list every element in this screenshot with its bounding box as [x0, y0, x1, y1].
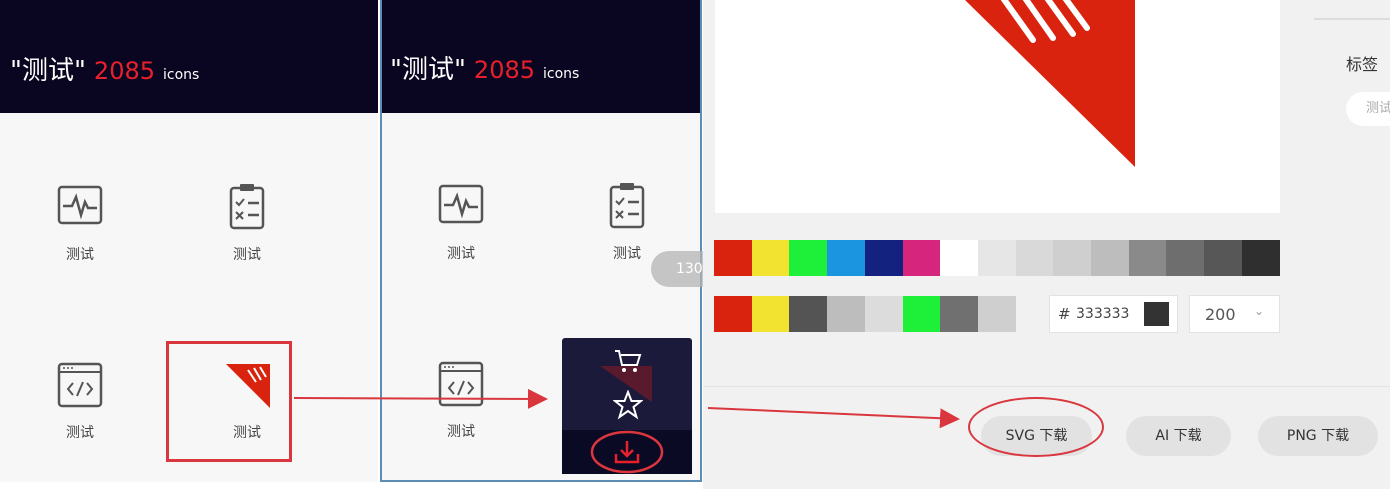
checklist-clipboard-icon: [609, 183, 645, 229]
color-swatch[interactable]: [751, 296, 790, 332]
red-triangle-test-icon: [965, 0, 1135, 167]
size-value: 200: [1205, 305, 1236, 324]
chevron-down-icon: ⌄: [1254, 304, 1265, 318]
icon-label: 测试: [66, 425, 94, 441]
hex-value: 333333: [1076, 306, 1130, 322]
results-summary: "测试" 2085 icons: [10, 50, 199, 87]
color-swatch[interactable]: [1053, 240, 1092, 276]
results-count: 2085: [473, 56, 535, 84]
color-swatch[interactable]: [977, 296, 1016, 332]
results-unit: icons: [543, 66, 580, 82]
results-query: "测试": [390, 55, 466, 85]
icon-card[interactable]: 测试: [401, 181, 521, 263]
divider: [1314, 18, 1390, 20]
results-count: 2085: [93, 57, 155, 85]
icon-label: 测试: [233, 247, 261, 263]
color-swatch[interactable]: [1241, 240, 1280, 276]
hex-hash: #: [1058, 305, 1071, 323]
color-swatch[interactable]: [714, 296, 752, 332]
ai-download-button[interactable]: AI 下载: [1126, 416, 1231, 456]
color-swatch[interactable]: [1204, 240, 1243, 276]
hover-menu-bottom: [562, 430, 692, 474]
color-swatch[interactable]: [751, 240, 790, 276]
color-swatch[interactable]: [789, 240, 828, 276]
color-swatch[interactable]: [940, 240, 979, 276]
icon-card[interactable]: 测试: [401, 359, 521, 441]
color-swatch[interactable]: [864, 240, 903, 276]
color-swatch[interactable]: [1091, 240, 1129, 276]
current-color-swatch: [1144, 302, 1169, 326]
color-swatch[interactable]: [1128, 240, 1167, 276]
color-swatch[interactable]: [864, 296, 903, 332]
icon-hover-menu: [562, 338, 692, 474]
tags-label: 标签: [1346, 55, 1379, 74]
code-window-icon: [438, 361, 484, 407]
color-swatch[interactable]: [827, 296, 866, 332]
icon-label: 测试: [447, 246, 475, 262]
icon-card[interactable]: 测试: [20, 360, 140, 442]
cart-icon[interactable]: [613, 348, 643, 374]
color-swatch[interactable]: [789, 296, 828, 332]
png-download-button[interactable]: PNG 下载: [1258, 416, 1378, 456]
tag-chip[interactable]: 测试: [1346, 92, 1390, 126]
icon-card[interactable]: 测试: [187, 182, 307, 264]
screenshot-root: "测试" 2085 icons 测试 测试 测试 测试 "测试" 2085 ic…: [0, 0, 1390, 489]
color-swatch[interactable]: [902, 240, 941, 276]
color-swatch[interactable]: [940, 296, 979, 332]
highlight-circle: [590, 430, 664, 474]
color-swatch[interactable]: [977, 240, 1016, 276]
icon-label: 测试: [447, 424, 475, 440]
results-summary: "测试" 2085 icons: [390, 49, 579, 86]
results-query: "测试": [10, 56, 86, 86]
star-icon[interactable]: [613, 390, 643, 420]
color-swatch[interactable]: [1015, 240, 1054, 276]
icon-preview-card: [715, 0, 1280, 213]
pulse-monitor-icon: [438, 184, 484, 224]
results-header: "测试" 2085 icons: [0, 0, 378, 113]
code-window-icon: [57, 362, 103, 408]
divider: [703, 386, 1390, 387]
icon-label: 测试: [66, 247, 94, 263]
results-unit: icons: [163, 67, 200, 83]
color-swatch[interactable]: [827, 240, 866, 276]
highlight-box: [166, 341, 292, 462]
checklist-clipboard-icon: [229, 184, 265, 230]
icon-card[interactable]: 测试: [20, 182, 140, 264]
color-swatch[interactable]: [1166, 240, 1205, 276]
highlight-circle: [968, 397, 1104, 457]
color-swatch[interactable]: [902, 296, 941, 332]
size-select[interactable]: 200 ⌄: [1189, 295, 1280, 333]
results-header: "测试" 2085 icons: [382, 0, 700, 113]
pulse-monitor-icon: [57, 185, 103, 225]
hex-color-input[interactable]: # 333333: [1049, 295, 1178, 333]
color-swatch[interactable]: [714, 240, 752, 276]
